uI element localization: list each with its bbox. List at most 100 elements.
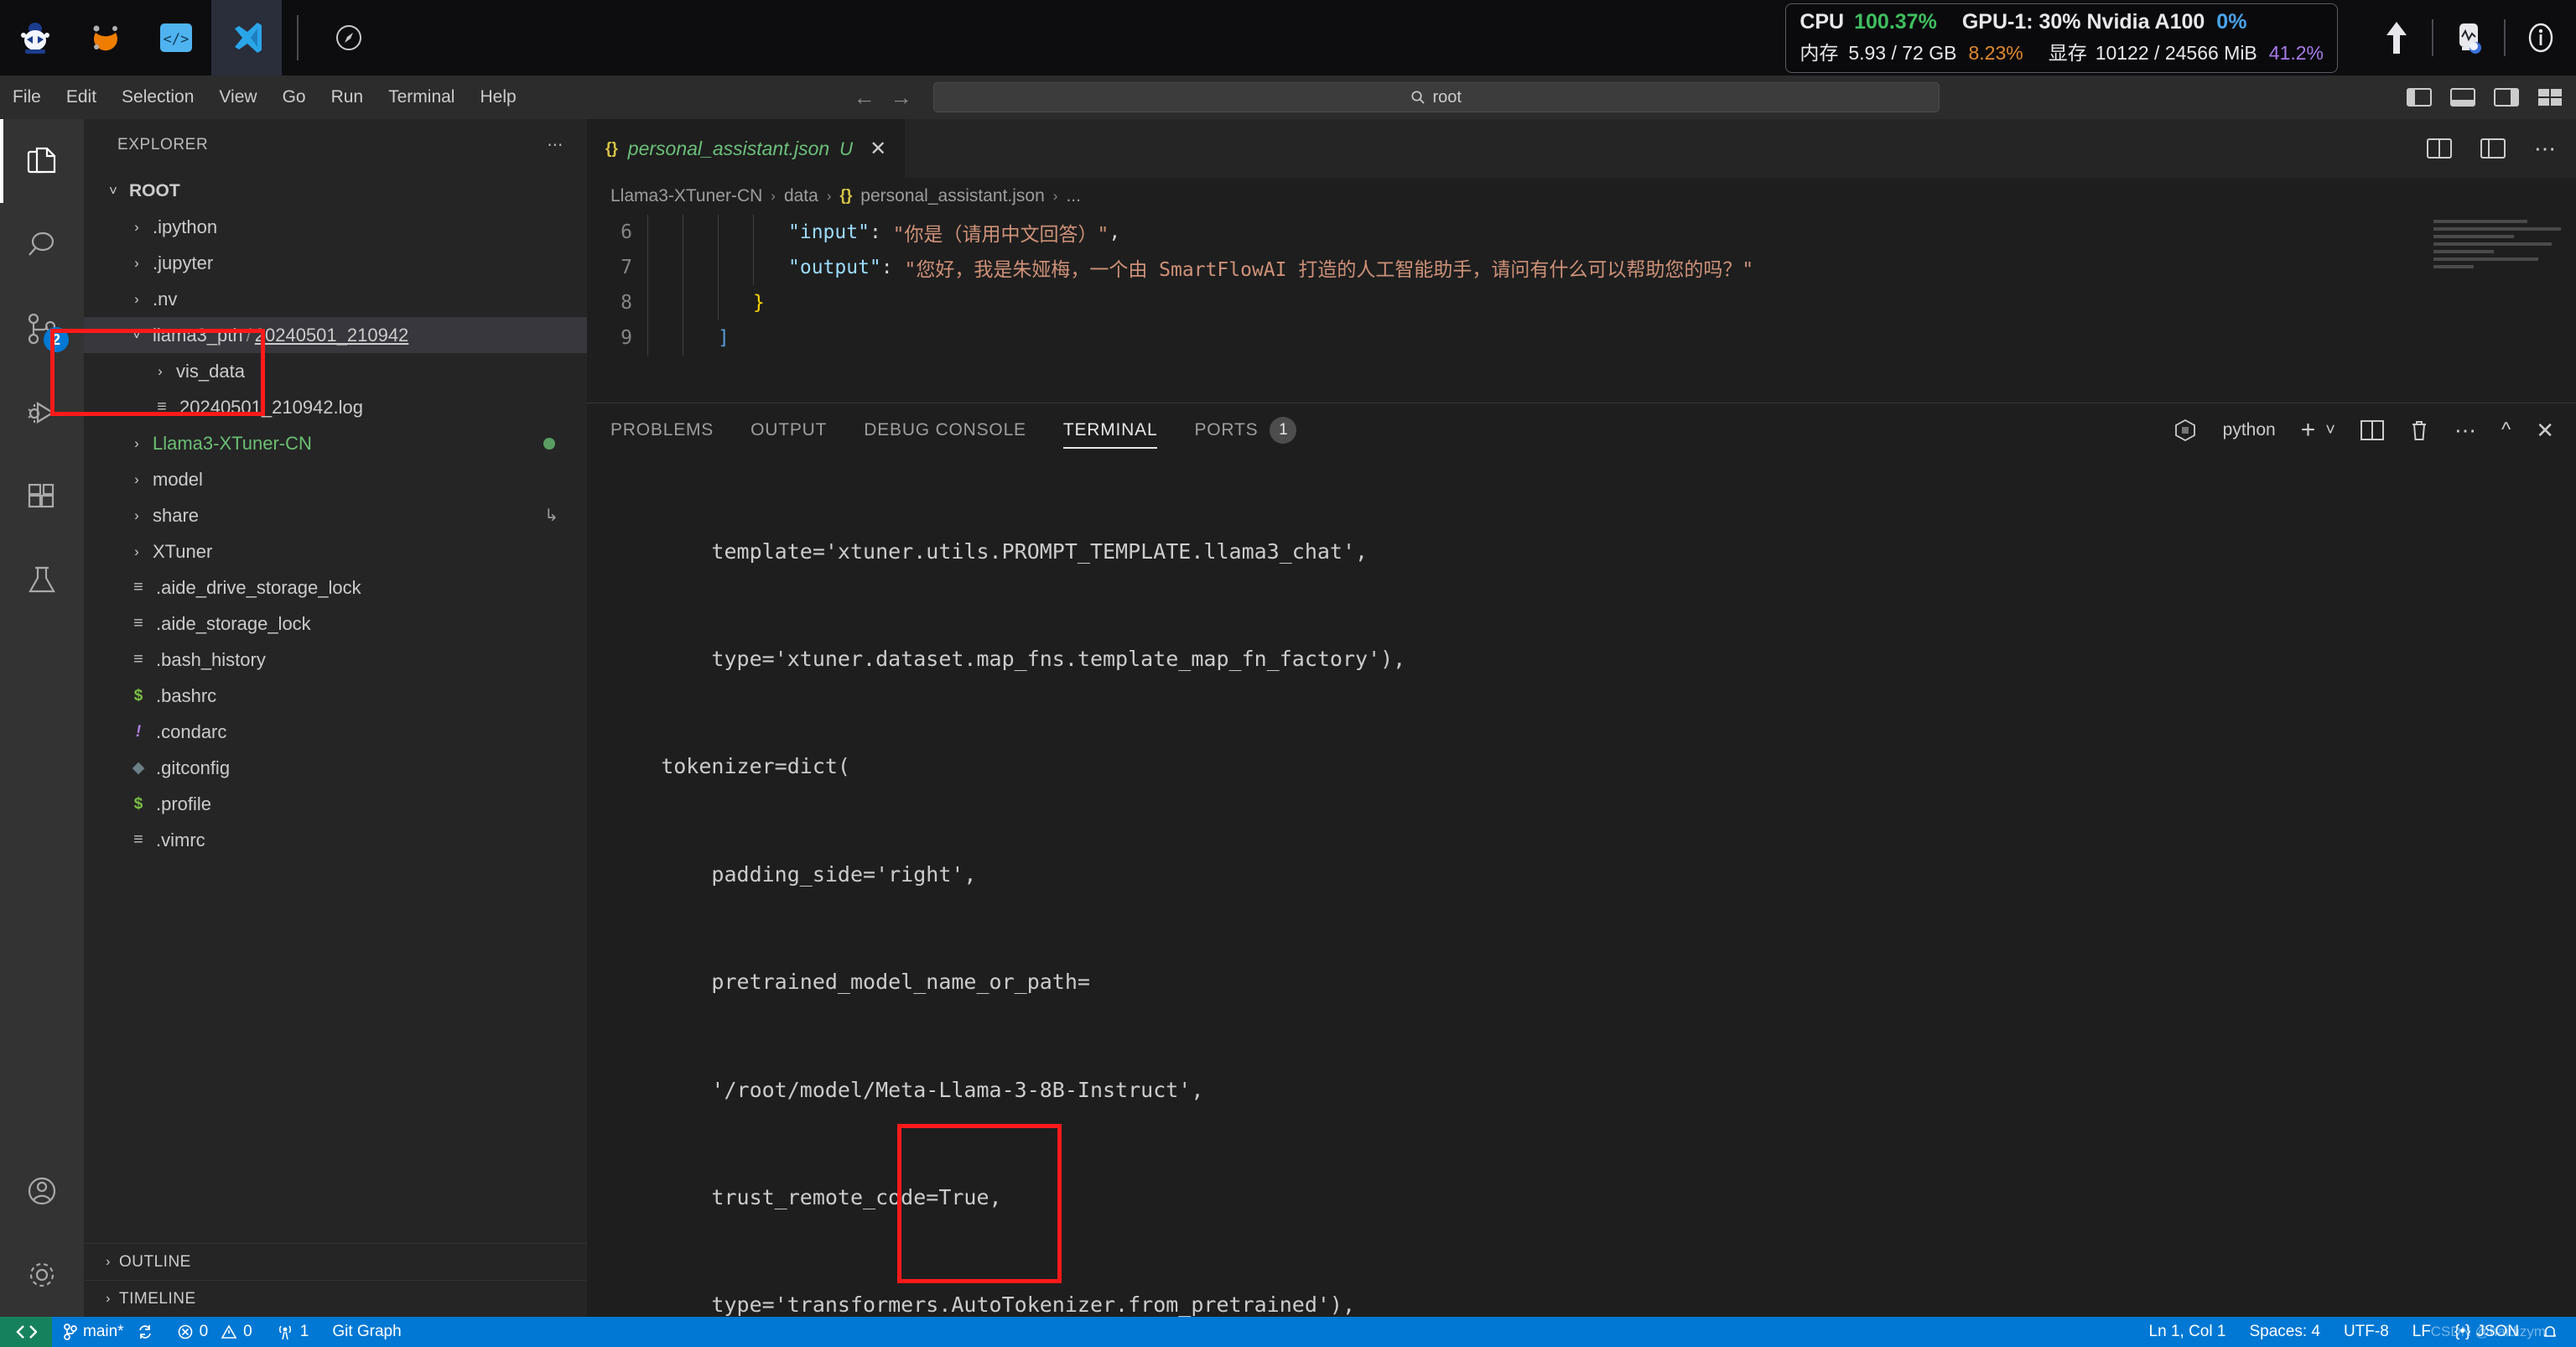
compass-icon[interactable]	[314, 0, 384, 75]
customize-layout-icon[interactable]	[2537, 87, 2563, 107]
list-item[interactable]: › vis_data	[84, 353, 587, 389]
new-terminal-icon[interactable]: +	[2301, 416, 2316, 445]
list-item[interactable]: ≡ .aide_storage_lock	[84, 606, 587, 642]
menu-go[interactable]: Go	[270, 75, 319, 119]
open-changes-icon[interactable]	[2480, 138, 2506, 159]
tree-item-llama3-xtuner-cn[interactable]: › Llama3-XTuner-CN	[84, 425, 587, 461]
tab-terminal[interactable]: TERMINAL	[1062, 403, 1158, 457]
status-ports[interactable]: 1	[264, 1317, 321, 1347]
terminal-line: type='transformers.AutoTokenizer.from_pr…	[610, 1292, 1356, 1317]
encoding-label: UTF-8	[2343, 1323, 2389, 1340]
line-number: 8	[621, 292, 632, 314]
system-monitor-area: CPU 100.37% GPU-1: 30% Nvidia A100 0% 内存…	[1785, 0, 2576, 75]
sidebar-item-explorer[interactable]	[0, 119, 84, 203]
lines-file-icon: ≡	[133, 830, 143, 849]
menu-view[interactable]: View	[206, 75, 269, 119]
status-git-graph[interactable]: Git Graph	[320, 1317, 413, 1347]
list-item[interactable]: › share ↳	[84, 497, 587, 533]
tab-debug-console[interactable]: DEBUG CONSOLE	[864, 403, 1026, 457]
explorer-header: EXPLORER ⋯	[84, 119, 587, 171]
breadcrumb-item-3[interactable]: ...	[1066, 186, 1081, 206]
tree-root-row[interactable]: ˅ ROOT	[84, 173, 587, 209]
account-circle-icon[interactable]	[0, 1149, 84, 1233]
json-bracket: ]	[718, 327, 730, 349]
toggle-secondary-sidebar-icon[interactable]	[2494, 87, 2519, 107]
sidebar-item-extensions[interactable]	[0, 455, 84, 538]
terminal-line: padding_side='right',	[610, 861, 977, 887]
sidebar-item-testing[interactable]	[0, 538, 84, 622]
minimap[interactable]	[2433, 220, 2568, 312]
arrow-right-icon[interactable]: →	[885, 85, 918, 111]
list-item[interactable]: ◆ .gitconfig	[84, 750, 587, 786]
section-outline[interactable]: › OUTLINE	[84, 1243, 587, 1280]
breadcrumb-item-2[interactable]: personal_assistant.json	[860, 186, 1044, 206]
arrow-left-icon[interactable]: ←	[848, 85, 881, 111]
status-errors[interactable]: 0 0	[165, 1317, 264, 1347]
close-icon[interactable]: ✕	[2536, 418, 2554, 444]
more-actions-icon[interactable]: ⋯	[2534, 136, 2556, 162]
menu-file[interactable]: File	[0, 75, 54, 119]
list-item[interactable]: › .ipython	[84, 209, 587, 245]
sidebar-item-search[interactable]	[0, 203, 84, 287]
chevron-down-icon[interactable]: ˅	[2325, 421, 2335, 440]
section-timeline[interactable]: › TIMELINE	[84, 1280, 587, 1317]
list-item[interactable]: $ .bashrc	[84, 678, 587, 714]
editor-group: {} personal_assistant.json U ✕ ⋯ Llama3-	[587, 119, 2576, 1317]
more-actions-icon[interactable]: ⋯	[2454, 418, 2476, 444]
toggle-primary-sidebar-icon[interactable]	[2407, 87, 2432, 107]
code-brackets-icon[interactable]: </>	[141, 0, 211, 75]
chevron-right-icon: ›	[134, 218, 139, 235]
tab-output[interactable]: OUTPUT	[750, 403, 827, 457]
remote-window-icon[interactable]	[0, 1317, 52, 1347]
ellipsis-icon[interactable]: ⋯	[547, 136, 564, 155]
menu-terminal[interactable]: Terminal	[376, 75, 467, 119]
status-indentation[interactable]: Spaces: 4	[2237, 1317, 2332, 1347]
vscode-logo-icon[interactable]	[211, 0, 282, 75]
status-branch[interactable]: main*	[52, 1317, 165, 1347]
list-item[interactable]: › XTuner	[84, 533, 587, 569]
list-item[interactable]: ≡ 20240501_210942.log	[84, 389, 587, 425]
json-string: "您好，我是朱娅梅，一个由 SmartFlowAI 打造的人工智能助手，请问有什…	[904, 259, 1754, 281]
menu-run[interactable]: Run	[319, 75, 377, 119]
tab-problems[interactable]: PROBLEMS	[610, 403, 714, 457]
sidebar-item-run-debug[interactable]	[0, 371, 84, 455]
list-item[interactable]: ! .condarc	[84, 714, 587, 750]
status-cursor-position[interactable]: Ln 1, Col 1	[2137, 1317, 2238, 1347]
breadcrumb-item-1[interactable]: data	[784, 186, 818, 206]
list-item[interactable]: $ .profile	[84, 786, 587, 822]
close-icon[interactable]: ✕	[870, 137, 886, 161]
gear-icon[interactable]	[0, 1233, 84, 1317]
info-circle-icon[interactable]	[2506, 0, 2576, 75]
monitor-stats-icon[interactable]	[2433, 0, 2504, 75]
toggle-panel-icon[interactable]	[2450, 87, 2475, 107]
chevron-up-icon[interactable]: ^	[2501, 419, 2511, 442]
list-item[interactable]: ≡ .bash_history	[84, 642, 587, 678]
split-editor-icon[interactable]	[2427, 138, 2452, 159]
breadcrumb-item-0[interactable]: Llama3-XTuner-CN	[610, 186, 762, 206]
status-encoding[interactable]: UTF-8	[2332, 1317, 2401, 1347]
sidebar-item-source-control[interactable]: 2	[0, 287, 84, 371]
split-terminal-icon[interactable]	[2360, 419, 2384, 441]
cloud-robot-logo-icon[interactable]	[0, 0, 70, 75]
sync-icon[interactable]	[137, 1324, 153, 1340]
list-item[interactable]: › .nv	[84, 281, 587, 317]
menu-selection[interactable]: Selection	[109, 75, 206, 119]
upload-arrow-icon[interactable]	[2361, 0, 2432, 75]
vram-value: 10122 / 24566 MiB	[2095, 41, 2257, 64]
list-item[interactable]: › model	[84, 461, 587, 497]
command-search-input[interactable]: root	[932, 82, 1940, 112]
tab-personal-assistant-json[interactable]: {} personal_assistant.json U ✕	[587, 119, 906, 178]
orbit-logo-icon[interactable]	[70, 0, 141, 75]
menu-help[interactable]: Help	[467, 75, 528, 119]
list-item[interactable]: › .jupyter	[84, 245, 587, 281]
code-editor[interactable]: 6 "input" : "你是（请用中文回答）" , 7 "output" : …	[587, 215, 2576, 403]
kill-terminal-icon[interactable]	[2409, 419, 2429, 442]
tab-ports[interactable]: PORTS	[1194, 403, 1258, 457]
list-item[interactable]: ≡ .vimrc	[84, 822, 587, 858]
menu-edit[interactable]: Edit	[54, 75, 109, 119]
tree-item-label: .ipython	[153, 216, 218, 237]
tree-item-llama3-pth[interactable]: ˅ llama3_pth / 20240501_210942	[84, 317, 587, 353]
terminal-output[interactable]: template='xtuner.utils.PROMPT_TEMPLATE.l…	[587, 457, 2576, 1317]
list-item[interactable]: ≡ .aide_drive_storage_lock	[84, 569, 587, 606]
memory-percent: 8.23%	[1968, 41, 2023, 64]
